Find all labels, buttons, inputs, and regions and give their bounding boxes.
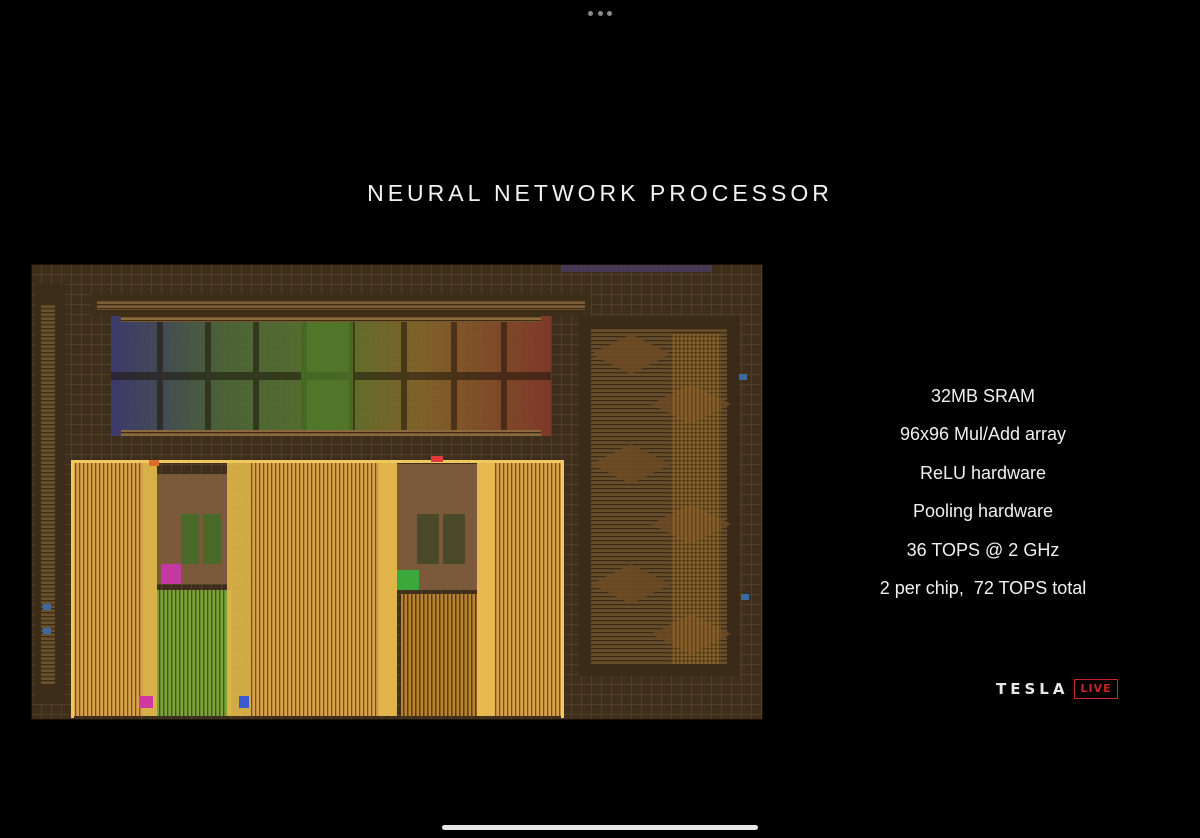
tesla-live-logo: TESLA LIVE — [996, 678, 1118, 700]
live-badge: LIVE — [1074, 679, 1118, 699]
dot-icon — [607, 10, 612, 16]
spec-list: 32MB SRAM 96x96 Mul/Add array ReLU hardw… — [840, 384, 1126, 614]
spec-item: 2 per chip, 72 TOPS total — [879, 577, 1087, 598]
spec-item: 96x96 Mul/Add array — [899, 424, 1067, 445]
slide-title: NEURAL NETWORK PROCESSOR — [367, 180, 833, 206]
window-menu-dots-icon[interactable] — [588, 9, 612, 17]
spec-item: ReLU hardware — [919, 462, 1047, 483]
home-indicator-bar[interactable] — [442, 825, 758, 830]
spec-item: Pooling hardware — [912, 501, 1054, 522]
dot-icon — [597, 10, 603, 16]
spec-item: 36 TOPS @ 2 GHz — [906, 539, 1060, 560]
spec-item: 32MB SRAM — [930, 386, 1036, 406]
tesla-wordmark: TESLA — [996, 680, 1069, 698]
chip-die-image — [31, 264, 763, 720]
dot-icon — [588, 10, 593, 16]
